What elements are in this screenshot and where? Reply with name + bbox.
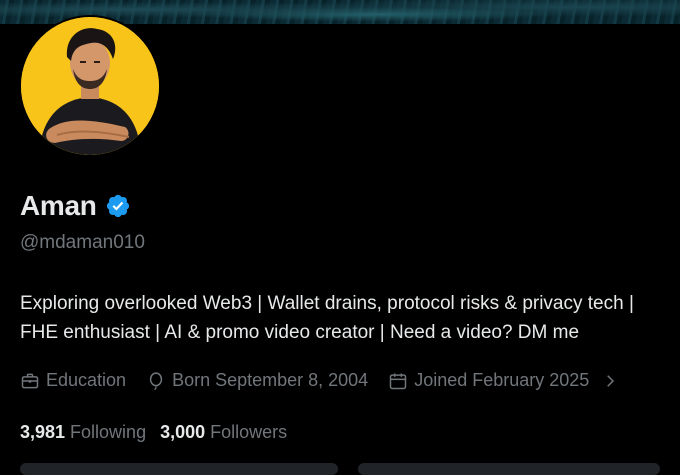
- profile-meta-row: Education Born September 8, 2004 Joined …: [20, 370, 619, 391]
- display-name: Aman: [20, 190, 97, 221]
- chevron-right-icon[interactable]: [601, 372, 619, 390]
- following-link[interactable]: 3,981 Following: [20, 422, 146, 443]
- followers-label: Followers: [210, 422, 288, 442]
- meta-birthday: Born September 8, 2004: [146, 370, 368, 391]
- calendar-icon: [389, 373, 407, 389]
- name-row: Aman: [20, 190, 131, 222]
- meta-joined-label: Joined February 2025: [414, 370, 590, 390]
- profile-handle: @mdaman010: [20, 232, 145, 253]
- avatar-illustration: [21, 17, 159, 155]
- profile-bio: Exploring overlooked Web3 | Wallet drain…: [20, 293, 634, 343]
- meta-joined: Joined February 2025: [388, 370, 589, 391]
- follow-stats-row: 3,981 Following 3,000 Followers: [20, 422, 301, 443]
- meta-category-label: Education: [46, 370, 127, 390]
- following-label: Following: [70, 422, 147, 442]
- avatar[interactable]: [21, 17, 159, 155]
- followers-count: 3,000: [160, 422, 206, 442]
- balloon-icon: [149, 371, 163, 390]
- meta-birthday-label: Born September 8, 2004: [172, 370, 369, 390]
- verified-badge-icon[interactable]: [105, 193, 131, 219]
- following-count: 3,981: [20, 422, 66, 442]
- briefcase-icon: [21, 373, 39, 388]
- action-pill-left[interactable]: [20, 463, 338, 475]
- action-pill-right[interactable]: [358, 463, 660, 475]
- followers-link[interactable]: 3,000 Followers: [160, 422, 287, 443]
- meta-category: Education: [20, 370, 126, 391]
